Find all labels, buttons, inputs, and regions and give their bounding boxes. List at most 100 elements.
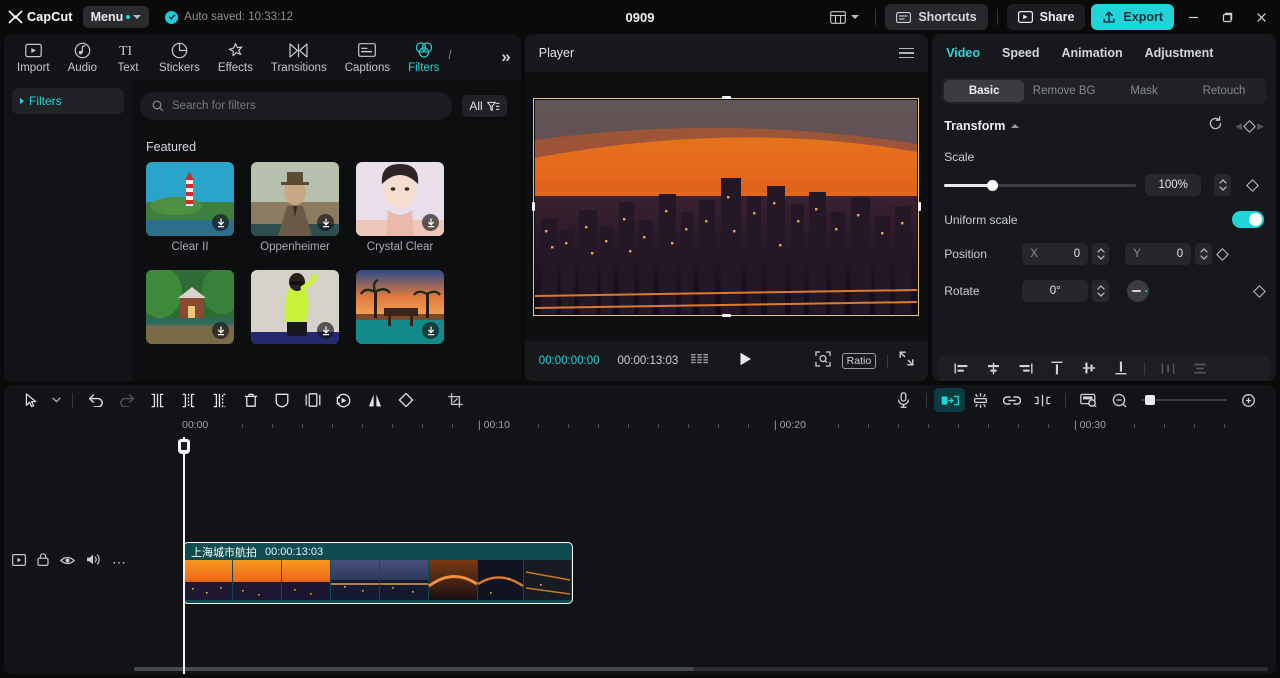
subtab-remove-bg[interactable]: Remove BG bbox=[1024, 80, 1104, 102]
download-icon[interactable] bbox=[212, 214, 229, 231]
rotate-keyframe-control[interactable] bbox=[1253, 284, 1266, 298]
fullscreen-button[interactable] bbox=[899, 351, 914, 371]
ratio-button[interactable]: Ratio bbox=[841, 353, 877, 369]
maximize-button[interactable] bbox=[1212, 4, 1242, 30]
timeline-ruler[interactable]: 00:00 | 00:10 | 00:20 | 00:30 bbox=[4, 415, 1276, 437]
timeline-scrollbar[interactable] bbox=[134, 667, 1268, 671]
rotate-value[interactable]: 0° bbox=[1022, 280, 1089, 302]
keyframe-diamond-icon[interactable] bbox=[1216, 247, 1230, 261]
tab-import[interactable]: Import bbox=[8, 39, 59, 76]
speed-button[interactable] bbox=[328, 388, 359, 412]
keyframe-diamond-icon[interactable] bbox=[1246, 178, 1260, 192]
distribute-horizontal-icon[interactable] bbox=[1153, 357, 1183, 379]
mask-button[interactable] bbox=[266, 388, 297, 412]
timeline-scrollbar-thumb[interactable] bbox=[134, 667, 694, 671]
subtab-retouch[interactable]: Retouch bbox=[1184, 80, 1264, 102]
sidebar-item-filters[interactable]: Filters bbox=[12, 88, 124, 114]
align-top-icon[interactable] bbox=[1042, 357, 1072, 379]
tab-filters[interactable]: Filters bbox=[399, 39, 448, 76]
filter-cell[interactable] bbox=[356, 270, 444, 349]
auto-adjust-button[interactable] bbox=[965, 388, 996, 412]
filter-cell[interactable]: Clear II bbox=[146, 162, 234, 253]
scale-slider-knob[interactable] bbox=[986, 179, 998, 191]
tab-animation[interactable]: Animation bbox=[1062, 46, 1123, 60]
layout-button[interactable] bbox=[823, 6, 866, 29]
scale-value[interactable]: 100% bbox=[1145, 174, 1202, 196]
eye-icon[interactable] bbox=[59, 553, 76, 571]
download-icon[interactable] bbox=[422, 214, 439, 231]
frames-icon[interactable] bbox=[691, 352, 709, 370]
hamburger-icon[interactable] bbox=[899, 47, 915, 59]
tracks-area[interactable]: 上海城市航拍 00:00:13:03 bbox=[134, 437, 1276, 674]
video-clip[interactable]: 上海城市航拍 00:00:13:03 bbox=[183, 542, 573, 604]
close-button[interactable] bbox=[1246, 4, 1276, 30]
position-keyframe-control[interactable] bbox=[1216, 247, 1230, 261]
align-right-icon[interactable] bbox=[1010, 357, 1040, 379]
export-button[interactable]: Export bbox=[1091, 4, 1174, 30]
filter-cell[interactable]: Oppenheimer bbox=[251, 162, 339, 253]
tab-stickers[interactable]: Stickers bbox=[150, 39, 209, 76]
uniform-scale-toggle[interactable] bbox=[1232, 211, 1265, 228]
resize-handle-left[interactable] bbox=[531, 202, 535, 211]
resize-handle-top[interactable] bbox=[721, 96, 731, 99]
keyframe-diamond-icon[interactable] bbox=[1253, 284, 1266, 298]
timeline-zoom-knob[interactable] bbox=[1145, 394, 1155, 405]
filter-thumbnail[interactable] bbox=[356, 270, 444, 344]
align-bottom-icon[interactable] bbox=[1106, 357, 1136, 379]
rotate-stepper[interactable] bbox=[1092, 280, 1110, 302]
position-x-field[interactable]: X 0 bbox=[1022, 243, 1089, 265]
tab-captions[interactable]: Captions bbox=[336, 39, 399, 76]
align-center-vertical-icon[interactable] bbox=[1074, 357, 1104, 379]
filter-cell[interactable] bbox=[146, 270, 234, 349]
subtab-mask[interactable]: Mask bbox=[1104, 80, 1184, 102]
filter-cell[interactable] bbox=[251, 270, 339, 349]
split-left-button[interactable] bbox=[142, 388, 173, 412]
search-input[interactable]: Search for filters bbox=[140, 92, 453, 120]
position-y-stepper[interactable] bbox=[1195, 243, 1213, 265]
playhead-handle[interactable] bbox=[177, 439, 190, 454]
position-x-stepper[interactable] bbox=[1092, 243, 1110, 265]
filter-thumbnail[interactable] bbox=[146, 270, 234, 344]
rotate-dial[interactable] bbox=[1127, 280, 1150, 302]
resize-handle-bottom[interactable] bbox=[721, 314, 731, 317]
tab-audio[interactable]: Audio bbox=[59, 39, 106, 76]
position-y-field[interactable]: Y 0 bbox=[1125, 243, 1192, 265]
chevron-double-right-icon[interactable]: » bbox=[495, 47, 516, 67]
rotate-button[interactable] bbox=[390, 388, 421, 412]
cursor-dropdown-button[interactable] bbox=[47, 388, 65, 412]
split-button[interactable] bbox=[204, 388, 235, 412]
volume-icon[interactable] bbox=[86, 553, 101, 571]
filter-all-button[interactable]: All bbox=[462, 95, 507, 117]
scale-stepper[interactable] bbox=[1214, 174, 1232, 196]
tab-speed[interactable]: Speed bbox=[1002, 46, 1040, 60]
resize-handle-right[interactable] bbox=[917, 202, 921, 211]
video-frame[interactable] bbox=[531, 96, 921, 317]
download-icon[interactable] bbox=[212, 322, 229, 339]
undo-button[interactable] bbox=[80, 388, 111, 412]
redo-button[interactable] bbox=[111, 388, 142, 412]
scale-slider[interactable] bbox=[944, 179, 1137, 191]
play-button[interactable] bbox=[739, 352, 752, 371]
filter-thumbnail[interactable] bbox=[356, 162, 444, 236]
playhead[interactable] bbox=[177, 437, 190, 674]
split-view-button[interactable] bbox=[1027, 388, 1058, 412]
tab-transitions[interactable]: Transitions bbox=[262, 39, 336, 76]
video-track-icon[interactable] bbox=[12, 553, 27, 571]
more-icon[interactable]: ⋯ bbox=[112, 555, 126, 569]
download-icon[interactable] bbox=[317, 214, 334, 231]
minimize-button[interactable] bbox=[1178, 4, 1208, 30]
subtab-basic[interactable]: Basic bbox=[944, 80, 1025, 102]
microphone-button[interactable] bbox=[888, 388, 919, 412]
tab-adjustment[interactable]: Adjustment bbox=[1145, 46, 1214, 60]
menu-button[interactable]: Menu bbox=[82, 6, 150, 28]
crop-frame-button[interactable] bbox=[297, 388, 328, 412]
zoom-out-button[interactable] bbox=[1104, 388, 1135, 412]
magnet-snap-button[interactable] bbox=[934, 388, 965, 412]
tab-text[interactable]: TI Text bbox=[106, 39, 150, 76]
download-icon[interactable] bbox=[422, 322, 439, 339]
delete-button[interactable] bbox=[235, 388, 266, 412]
shortcuts-button[interactable]: Shortcuts bbox=[885, 4, 988, 30]
scale-keyframe-control[interactable] bbox=[1246, 178, 1260, 192]
mirror-button[interactable] bbox=[359, 388, 390, 412]
keyframe-control[interactable]: ◀ ▶ bbox=[1235, 119, 1264, 133]
